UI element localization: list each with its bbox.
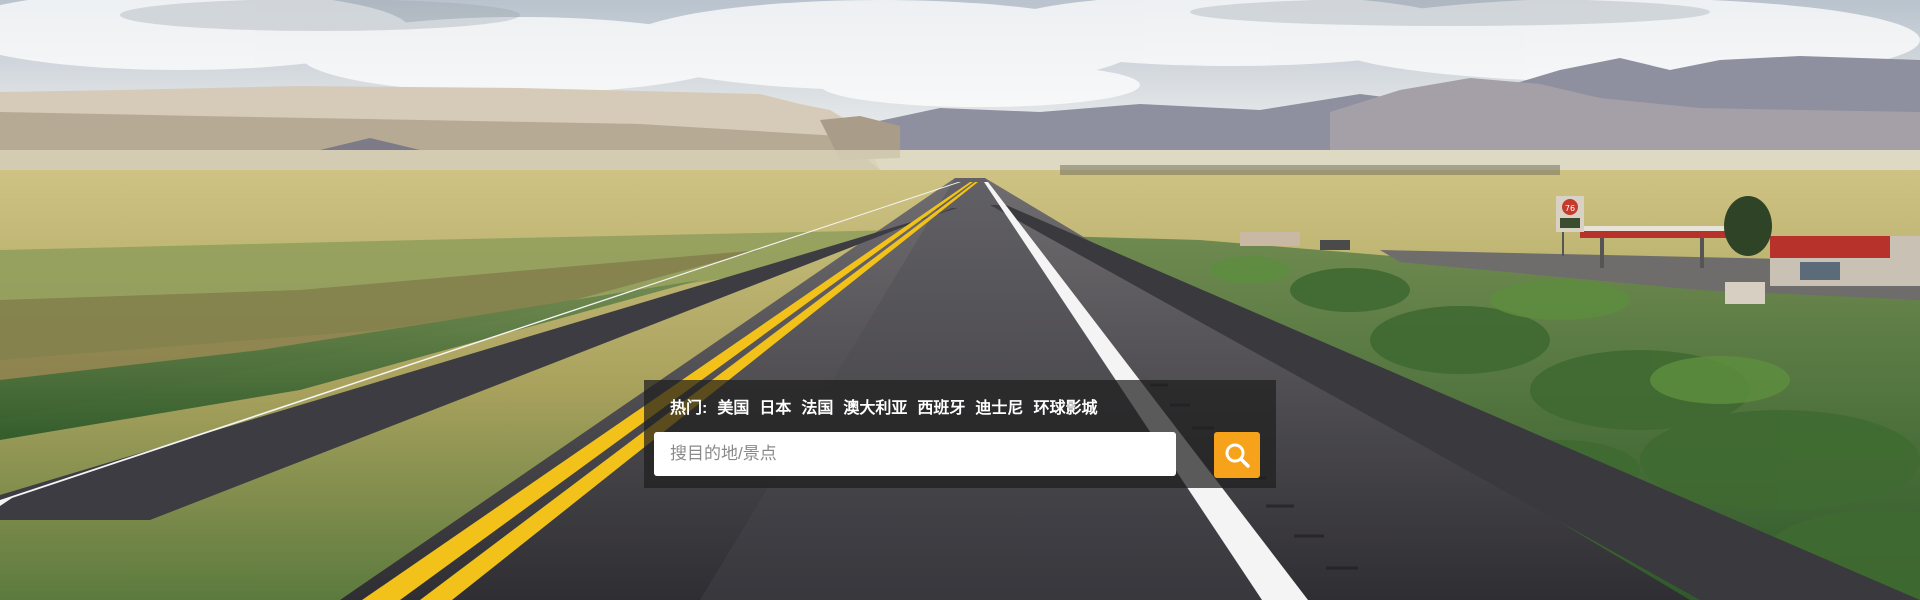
hot-link-japan[interactable]: 日本 xyxy=(759,394,791,418)
hot-link-australia[interactable]: 澳大利亚 xyxy=(843,394,907,418)
hot-link-usa[interactable]: 美国 xyxy=(717,394,749,418)
hot-destinations: 热门: 美国 日本 法国 澳大利亚 西班牙 迪士尼 环球影城 xyxy=(670,394,1097,418)
hot-link-france[interactable]: 法国 xyxy=(801,394,833,418)
hot-link-spain[interactable]: 西班牙 xyxy=(917,394,965,418)
hero-banner: 76 xyxy=(0,0,1920,600)
hot-link-disney[interactable]: 迪士尼 xyxy=(975,394,1023,418)
search-panel: 热门: 美国 日本 法国 澳大利亚 西班牙 迪士尼 环球影城 xyxy=(644,380,1276,488)
hot-link-universal[interactable]: 环球影城 xyxy=(1033,394,1097,418)
gas-station-sign: 76 xyxy=(1565,204,1575,213)
search-button[interactable] xyxy=(1214,432,1260,478)
hot-label: 热门: xyxy=(670,400,708,417)
magnifier-icon xyxy=(1225,443,1250,468)
hero-landscape-image: 76 xyxy=(0,0,1920,600)
search-input[interactable] xyxy=(654,432,1176,476)
